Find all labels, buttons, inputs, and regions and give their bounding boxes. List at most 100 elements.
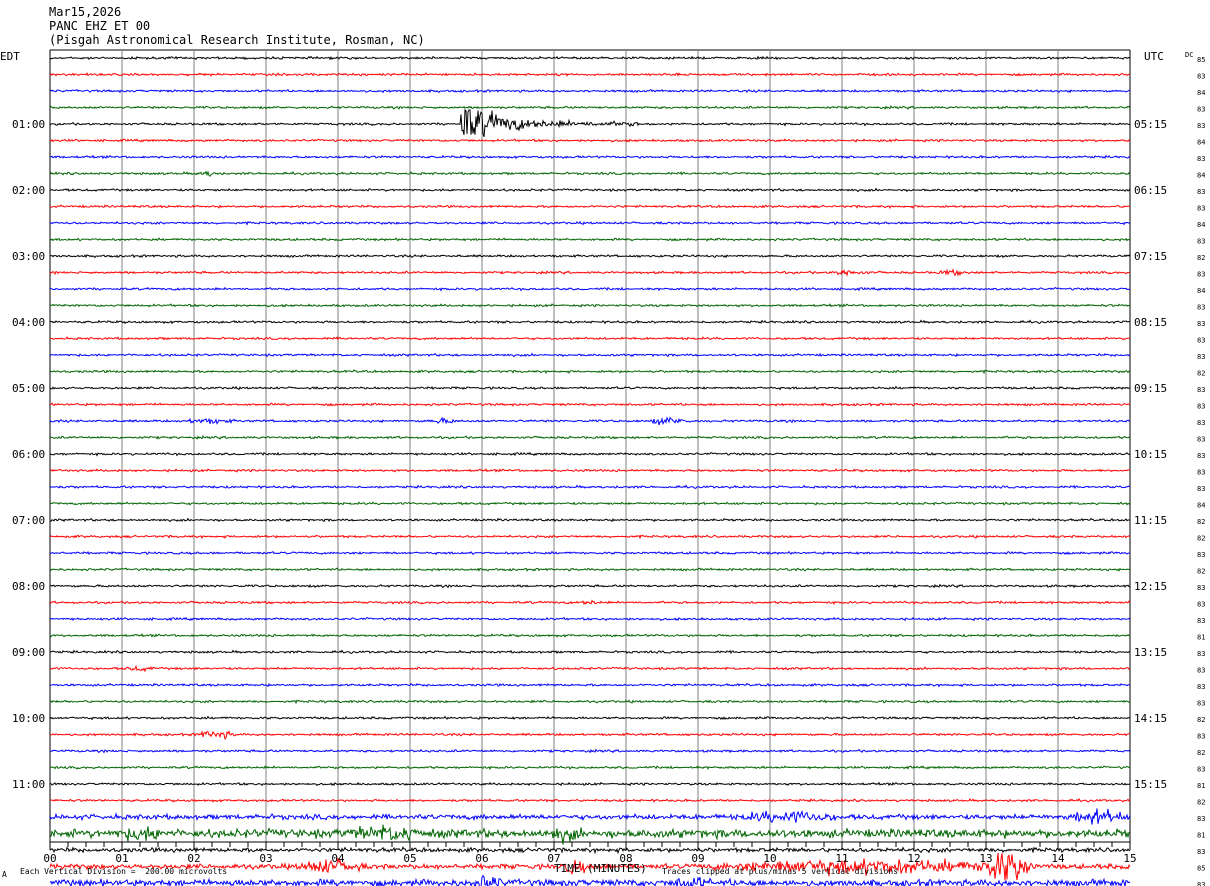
- seismic-trace: [49, 336, 1131, 341]
- edt-hour-label: 05:00: [12, 382, 45, 395]
- utc-hour-label: 05:15: [1134, 118, 1167, 131]
- edt-hour-label: 03:00: [12, 250, 45, 263]
- time-gridlines: [49, 49, 1131, 850]
- edt-hour-label: 07:00: [12, 514, 45, 527]
- dc-column-header: DC: [1185, 51, 1193, 59]
- dc-offset-value: 83: [1197, 403, 1205, 411]
- dc-offset-value: 83: [1197, 122, 1205, 130]
- x-tick-label: 14: [1051, 852, 1065, 865]
- dc-offset-value: 83: [1197, 815, 1205, 823]
- dc-offset-value: 82: [1197, 535, 1205, 543]
- seismic-trace: [49, 105, 1131, 110]
- seismic-trace: [49, 874, 1131, 886]
- seismic-trace: [49, 253, 1131, 259]
- seismic-trace: [49, 583, 1131, 589]
- dc-offset-value: 85: [1197, 865, 1205, 873]
- x-tick-label: 04: [331, 852, 345, 865]
- seismic-trace: [49, 286, 1131, 292]
- dc-offset-value: 83: [1197, 766, 1205, 774]
- dc-offset-value: 83: [1197, 700, 1205, 708]
- x-tick-label: 03: [259, 852, 272, 865]
- utc-hour-label: 15:15: [1134, 778, 1167, 791]
- dc-offset-value: 83: [1197, 353, 1205, 361]
- seismic-trace: [49, 484, 1131, 490]
- dc-offset-value: 82: [1197, 254, 1205, 262]
- dc-offset-value: 83: [1197, 452, 1205, 460]
- seismic-trace: [49, 567, 1131, 572]
- dc-offset-value: 83: [1197, 386, 1205, 394]
- dc-offset-value: 83: [1197, 848, 1205, 856]
- seismic-trace: [49, 303, 1131, 308]
- utc-hour-label: 08:15: [1134, 316, 1167, 329]
- dc-offset-value: 83: [1197, 271, 1205, 279]
- dc-offset-value: 84: [1197, 287, 1205, 295]
- dc-offset-value: 83: [1197, 320, 1205, 328]
- dc-offset-value: 85: [1197, 56, 1205, 64]
- seismic-trace: [49, 699, 1131, 705]
- dc-offset-value: 84: [1197, 502, 1205, 510]
- left-timezone-label: EDT: [0, 50, 20, 63]
- utc-hour-label: 14:15: [1134, 712, 1167, 725]
- utc-hour-label: 10:15: [1134, 448, 1167, 461]
- dc-offset-value: 84: [1197, 172, 1205, 180]
- seismic-trace: [49, 798, 1131, 803]
- dc-offset-value: 84: [1197, 221, 1205, 229]
- utc-hour-label: 06:15: [1134, 184, 1167, 197]
- edt-hour-label: 10:00: [12, 712, 45, 725]
- right-timezone-label: UTC: [1144, 50, 1164, 63]
- seismic-trace: [49, 108, 1131, 138]
- x-tick-label: 01: [115, 852, 128, 865]
- dc-offset-value: 83: [1197, 238, 1205, 246]
- dc-offset-value: 83: [1197, 667, 1205, 675]
- seismic-trace: [49, 682, 1131, 688]
- seismic-trace: [49, 517, 1130, 523]
- seismogram-chart: 00 01 02 03 04 05 06 07 08 09 10 11 12 13 14 1585838483…: [0, 49, 1205, 886]
- dc-offset-value: 82: [1197, 518, 1205, 526]
- seismic-trace: [49, 664, 1131, 673]
- dc-offset-value: 83: [1197, 733, 1205, 741]
- dc-offset-value: 83: [1197, 584, 1205, 592]
- dc-offset-value: 83: [1197, 337, 1205, 345]
- seismic-trace: [49, 88, 1131, 94]
- seismic-trace: [49, 781, 1131, 787]
- dc-offset-value: 83: [1197, 650, 1205, 658]
- seismic-trace: [49, 220, 1131, 226]
- x-tick-label: 11: [835, 852, 848, 865]
- seismic-trace: [49, 808, 1131, 825]
- seismic-trace: [49, 352, 1131, 358]
- dc-offset-value: 81: [1197, 634, 1205, 642]
- dc-offset-value: 81: [1197, 832, 1205, 840]
- dc-offset-value: 82: [1197, 799, 1205, 807]
- utc-hour-label: 07:15: [1134, 250, 1167, 263]
- seismic-trace: [49, 730, 1131, 740]
- seismic-trace: [49, 319, 1131, 325]
- dc-offset-value: 83: [1197, 73, 1205, 81]
- dc-offset-value: 83: [1197, 881, 1205, 886]
- x-tick-label: 06: [475, 852, 488, 865]
- dc-offset-value: 83: [1197, 551, 1205, 559]
- seismic-trace: [49, 237, 1131, 242]
- utc-hour-label: 12:15: [1134, 580, 1167, 593]
- seismic-trace: [49, 468, 1131, 473]
- seismic-trace: [49, 501, 1131, 506]
- seismic-trace: [49, 187, 1131, 193]
- seismic-trace: [49, 369, 1131, 375]
- seismic-trace: [49, 138, 1131, 143]
- dc-offset-value: 84: [1197, 89, 1205, 97]
- seismic-trace: [49, 765, 1131, 771]
- dc-offset-value: 81: [1197, 782, 1205, 790]
- seismic-trace: [49, 599, 1131, 606]
- dc-offset-value: 83: [1197, 106, 1205, 114]
- seismic-trace: [49, 55, 1131, 61]
- dc-offset-value: 83: [1197, 485, 1205, 493]
- seismic-trace: [49, 170, 1131, 177]
- seismic-trace: [49, 154, 1131, 160]
- dc-offset-value: 83: [1197, 436, 1205, 444]
- utc-hour-label: 13:15: [1134, 646, 1167, 659]
- seismic-trace: [49, 268, 1130, 277]
- seismic-traces: [49, 55, 1131, 886]
- dc-offset-value: 83: [1197, 188, 1205, 196]
- seismic-trace: [49, 416, 1131, 426]
- seismic-trace: [49, 435, 1131, 440]
- dc-offset-value: 82: [1197, 716, 1205, 724]
